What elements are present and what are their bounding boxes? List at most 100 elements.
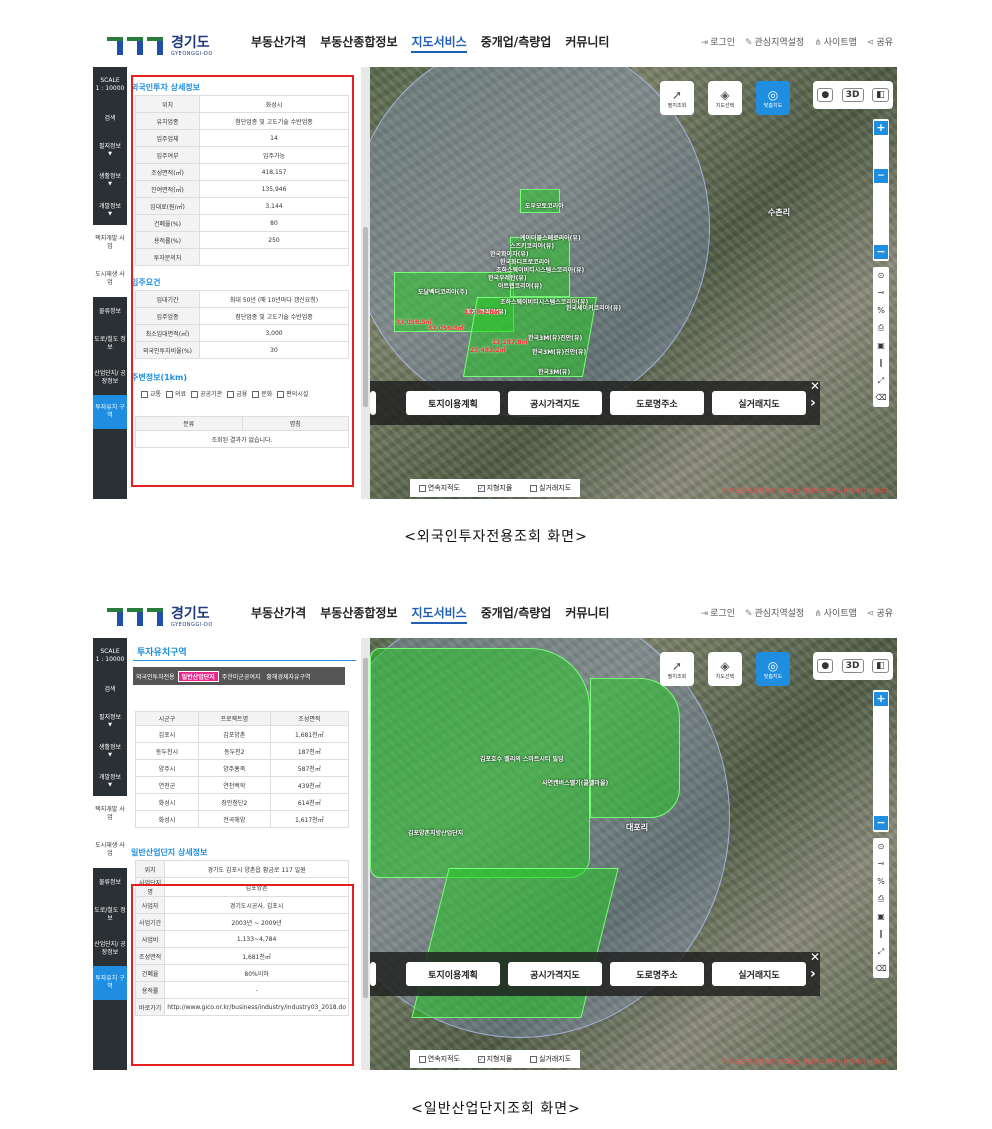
table-row[interactable]: 동두천시 동두천2 187천㎡ <box>135 742 350 760</box>
split-view-icon[interactable]: ◧ <box>872 659 889 673</box>
table-row[interactable]: 김포시 김포양촌 1,681천㎡ <box>135 725 350 743</box>
sidebar-item-housing-dev[interactable]: 택지개발 사업 <box>93 796 127 832</box>
nav-price[interactable]: 부동산가격 <box>251 33 306 53</box>
pause-icon[interactable]: ∥ <box>879 358 883 368</box>
locate-icon[interactable]: ⊙ <box>878 842 885 852</box>
nav-price[interactable]: 부동산가격 <box>251 604 306 624</box>
split-view-icon[interactable]: ◧ <box>872 88 889 102</box>
zoom-slider-handle[interactable]: − <box>874 169 888 183</box>
sidebar-item-industrial[interactable]: 산업단지/ 공장정보 <box>93 361 127 395</box>
nav-realestate-info[interactable]: 부동산종합정보 <box>320 604 397 624</box>
layer-road-address[interactable]: 도로명주소 <box>610 391 704 415</box>
panel-scrollbar[interactable] <box>361 638 370 1070</box>
industrial-zone[interactable] <box>370 648 590 878</box>
check-transaction[interactable]: 실거래지도 <box>529 1054 571 1064</box>
sidebar-item-life[interactable]: 생활정보 ▼ <box>93 165 127 195</box>
sidebar-item-development[interactable]: 개발정보 ▼ <box>93 766 127 796</box>
nav-community[interactable]: 커뮤니티 <box>565 33 609 53</box>
util-login[interactable]: ⇥ 로그인 <box>701 35 735 48</box>
eraser-icon[interactable]: ⌫ <box>875 393 886 403</box>
layer-land-use[interactable]: 토지이용계획 <box>406 391 500 415</box>
tab-yellow-sea[interactable]: 황해경제자유구역 <box>263 672 313 681</box>
util-share[interactable]: ⋖ 공유 <box>867 35 893 48</box>
check-cadastral[interactable]: 연속지적도 <box>418 1054 460 1064</box>
measure-area-icon[interactable]: % <box>877 877 885 887</box>
util-interest[interactable]: ✎ 관심지역설정 <box>745 35 804 48</box>
nav-brokerage[interactable]: 중개업/측량업 <box>481 33 552 53</box>
check-terrain[interactable]: ✓ 지형지물 <box>477 1054 512 1064</box>
sidebar-item-development[interactable]: 개발정보 ▼ <box>93 195 127 225</box>
nav-brokerage[interactable]: 중개업/측량업 <box>481 604 552 624</box>
fullscreen-icon[interactable]: ⤢ <box>878 376 884 386</box>
sidebar-item-urban-regen[interactable]: 도시재생 사업 <box>93 832 127 868</box>
map-view[interactable]: 김포호수 밸리의 스마트시티 빌딩 사연캔버스밸기(콜밸마을) 김포양촌지방산업… <box>370 638 897 1070</box>
util-login[interactable]: ⇥ 로그인 <box>701 606 735 619</box>
layer-transaction[interactable]: 실거래지도 <box>712 391 806 415</box>
streetview-icon[interactable]: ● <box>817 88 834 102</box>
close-icon[interactable]: ✕ <box>808 379 822 393</box>
sidebar-item-logistics[interactable]: 물류정보 <box>93 297 127 327</box>
save-icon[interactable]: ▣ <box>877 912 885 922</box>
layer-public-price[interactable]: 공시가격지도 <box>508 962 602 986</box>
nav-community[interactable]: 커뮤니티 <box>565 604 609 624</box>
sidebar-item-search[interactable]: 검색 <box>93 674 127 706</box>
zoom-out-button[interactable]: − <box>874 816 888 830</box>
layer-land-use[interactable]: 토지이용계획 <box>406 962 500 986</box>
sidebar-item-search[interactable]: 검색 <box>93 103 127 135</box>
tab-foreign[interactable]: 외국인투자전용 <box>133 672 178 681</box>
util-share[interactable]: ⋖ 공유 <box>867 606 893 619</box>
chevron-right-icon[interactable]: › <box>810 395 816 411</box>
locate-icon[interactable]: ⊙ <box>878 271 885 281</box>
sidebar-item-investment[interactable]: 투자유치 구역 <box>93 966 127 1000</box>
sidebar-item-road[interactable]: 도로/철도 정보 <box>93 898 127 932</box>
measure-distance-icon[interactable]: ⊸ <box>878 859 885 869</box>
save-icon[interactable]: ▣ <box>877 341 885 351</box>
check-transaction[interactable]: 실거래지도 <box>529 483 571 493</box>
nav-map-service[interactable]: 지도서비스 <box>411 604 467 624</box>
map-view[interactable]: 도우모토코리아 케이더블스페로리아(유) 스즈키코리아(유) 한국화이자(유) 한국화디… <box>370 67 897 499</box>
sidebar-item-road[interactable]: 도로/철도 정보 <box>93 327 127 361</box>
close-icon[interactable]: ✕ <box>808 950 822 964</box>
tab-general-industrial[interactable]: 일반산업단지 <box>177 670 219 682</box>
site-logo[interactable]: 경기도 GYEONGGI-DO <box>107 602 213 632</box>
sidebar-item-housing-dev[interactable]: 택지개발 사업 <box>93 225 127 261</box>
streetview-icon[interactable]: ● <box>817 659 834 673</box>
sidebar-item-urban-regen[interactable]: 도시재생 사업 <box>93 261 127 297</box>
sidebar-item-investment[interactable]: 투자유치 구역 <box>93 395 127 429</box>
table-row[interactable]: 화성시 장안첨단2 614천㎡ <box>135 793 350 811</box>
eraser-icon[interactable]: ⌫ <box>875 964 886 974</box>
measure-distance-icon[interactable]: ⊸ <box>878 288 885 298</box>
table-row[interactable]: 양주시 양주홍죽 587천㎡ <box>135 759 350 777</box>
layer-transaction[interactable]: 실거래지도 <box>712 962 806 986</box>
sidebar-item-parcel[interactable]: 필지정보 ▼ <box>93 135 127 165</box>
print-icon[interactable]: ⎙ <box>878 894 884 904</box>
check-cadastral[interactable]: 연속지적도 <box>418 483 460 493</box>
table-row[interactable]: 연천군 연천백학 439천㎡ <box>135 776 350 794</box>
nav-realestate-info[interactable]: 부동산종합정보 <box>320 33 397 53</box>
zoom-out-button[interactable]: − <box>874 245 888 259</box>
parcel-query-button[interactable]: ➚ 필지조회 <box>660 652 694 686</box>
site-logo[interactable]: 경기도 GYEONGGI-DO <box>107 31 213 61</box>
measure-area-icon[interactable]: % <box>877 306 885 316</box>
util-sitemap[interactable]: ⋔ 사이트맵 <box>814 606 857 619</box>
panel-scrollbar[interactable] <box>361 67 370 499</box>
custom-map-button[interactable]: ◎ 맞춤지도 <box>756 81 790 115</box>
pause-icon[interactable]: ∥ <box>879 929 883 939</box>
sidebar-item-industrial[interactable]: 산업단지/ 공장정보 <box>93 932 127 966</box>
print-icon[interactable]: ⎙ <box>878 323 884 333</box>
zoom-in-button[interactable]: + <box>874 121 888 135</box>
table-row[interactable]: 화성시 전곡해양 1,617천㎡ <box>135 810 350 828</box>
sidebar-item-life[interactable]: 생활정보 ▼ <box>93 736 127 766</box>
parcel-query-button[interactable]: ➚ 필지조회 <box>660 81 694 115</box>
fullscreen-icon[interactable]: ⤢ <box>878 947 884 957</box>
map-select-button[interactable]: ◈ 지도선택 <box>708 81 742 115</box>
check-terrain[interactable]: ✓ 지형지물 <box>477 483 512 493</box>
view-3d-button[interactable]: 3D <box>841 659 864 673</box>
layer-road-address[interactable]: 도로명주소 <box>610 962 704 986</box>
tab-usfk[interactable]: 주한미군공여지 <box>219 672 264 681</box>
zoom-in-button[interactable]: + <box>874 692 888 706</box>
map-select-button[interactable]: ◈ 지도선택 <box>708 652 742 686</box>
util-interest[interactable]: ✎ 관심지역설정 <box>745 606 804 619</box>
chevron-right-icon[interactable]: › <box>810 966 816 982</box>
util-sitemap[interactable]: ⋔ 사이트맵 <box>814 35 857 48</box>
